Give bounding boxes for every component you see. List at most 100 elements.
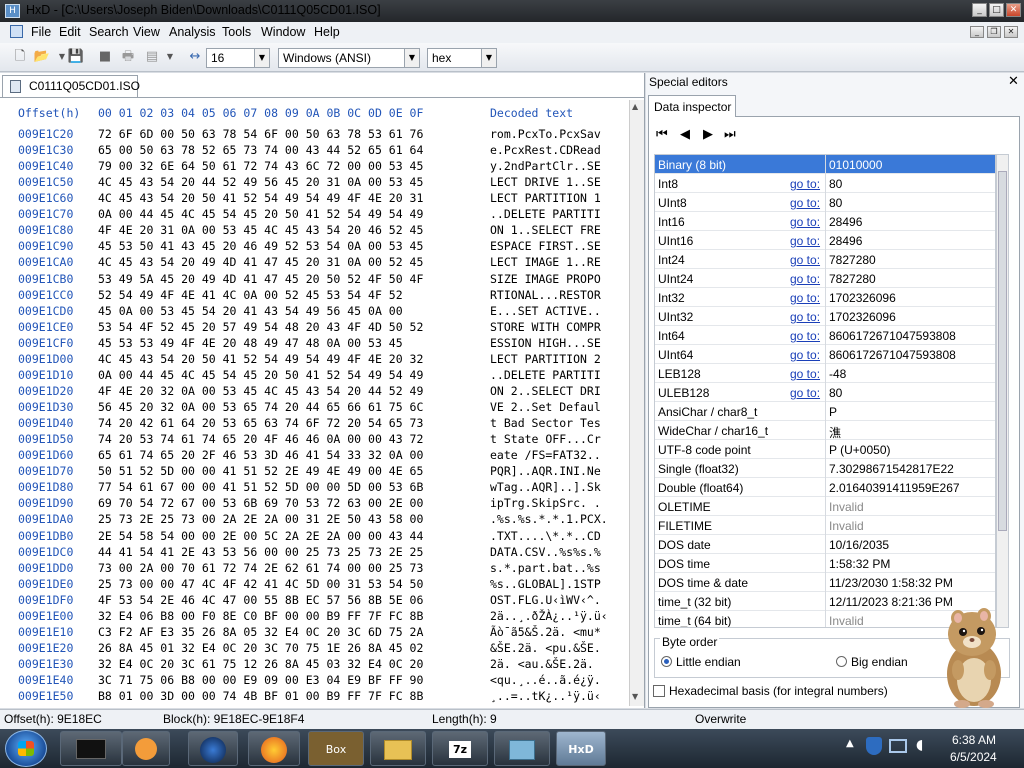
row-decoded-text[interactable]: ESSION HIGH...SE <box>490 336 601 352</box>
open-folder-icon[interactable]: 📂 <box>32 48 52 66</box>
volume-icon[interactable]: ◖ <box>916 737 923 753</box>
row-decoded-text[interactable]: LECT PARTITION 2 <box>490 352 601 368</box>
goto-link[interactable]: go to: <box>790 291 820 305</box>
row-hex-bytes[interactable]: 77 54 61 67 00 00 41 51 52 5D 00 00 5D 0… <box>98 480 423 496</box>
inspector-value[interactable]: 80 <box>829 386 842 400</box>
row-hex-bytes[interactable]: 4C 45 43 54 20 44 52 49 56 45 20 31 0A 0… <box>98 175 423 191</box>
inspector-value[interactable]: Invalid <box>829 519 864 533</box>
row-decoded-text[interactable]: .%s.%s.*.*.1.PCX. <box>490 512 608 528</box>
document-icon[interactable] <box>10 25 23 38</box>
inspector-row[interactable]: ULEB128 go to: 80 <box>655 383 995 402</box>
row-hex-bytes[interactable]: 26 8A 45 01 32 E4 0C 20 3C 70 75 1E 26 8… <box>98 641 423 657</box>
row-hex-bytes[interactable]: 44 41 54 41 2E 43 53 56 00 00 25 73 25 7… <box>98 545 423 561</box>
row-hex-bytes[interactable]: 53 54 4F 52 45 20 57 49 54 48 20 43 4F 4… <box>98 320 423 336</box>
menu-file[interactable]: File <box>31 25 51 39</box>
minimize-button[interactable]: _ <box>972 3 987 17</box>
row-hex-bytes[interactable]: 25 73 2E 25 73 00 2A 2E 2A 00 31 2E 50 4… <box>98 512 423 528</box>
inspector-row[interactable]: Int24 go to: 7827280 <box>655 250 995 269</box>
doc-close-button[interactable]: ✕ <box>1004 26 1018 38</box>
inspector-value[interactable]: 28496 <box>829 215 862 229</box>
row-decoded-text[interactable]: LECT DRIVE 1..SE <box>490 175 601 191</box>
menu-window[interactable]: Window <box>261 25 305 39</box>
row-offset[interactable]: 009E1C30 <box>18 143 73 159</box>
inspector-value[interactable]: 7827280 <box>829 272 876 286</box>
inspector-row[interactable]: DOS date 10/16/2035 <box>655 535 995 554</box>
row-decoded-text[interactable]: E...SET ACTIVE.. <box>490 304 601 320</box>
inspector-value[interactable]: 2.01640391411959E267 <box>829 481 960 495</box>
scroll-down-arrow-icon[interactable]: ▼ <box>632 692 638 701</box>
network-icon[interactable] <box>889 739 907 753</box>
row-offset[interactable]: 009E1C20 <box>18 127 73 143</box>
taskbar-item-1[interactable] <box>60 731 122 766</box>
scroll-up-arrow-icon[interactable]: ▲ <box>632 102 638 111</box>
inspector-value[interactable]: -48 <box>829 367 846 381</box>
row-offset[interactable]: 009E1D80 <box>18 480 73 496</box>
inspector-value[interactable]: 8606172671047593808 <box>829 329 956 343</box>
inspector-value[interactable]: 1:58:32 PM <box>829 557 890 571</box>
row-decoded-text[interactable]: ..DELETE PARTITI <box>490 368 601 384</box>
inspector-row[interactable]: UInt16 go to: 28496 <box>655 231 995 250</box>
clock-date[interactable]: 6/5/2024 <box>950 750 997 764</box>
row-decoded-text[interactable]: e.PcxRest.CDRead <box>490 143 601 159</box>
row-offset[interactable]: 009E1CC0 <box>18 288 73 304</box>
row-offset[interactable]: 009E1DF0 <box>18 593 73 609</box>
offset-base-select[interactable]: hex ▼ <box>427 48 497 68</box>
little-endian-radio[interactable] <box>661 656 672 667</box>
inspector-row[interactable]: Int32 go to: 1702326096 <box>655 288 995 307</box>
inspector-row[interactable]: UInt8 go to: 80 <box>655 193 995 212</box>
inspector-row[interactable]: Int16 go to: 28496 <box>655 212 995 231</box>
row-decoded-text[interactable]: DATA.CSV..%s%s.% <box>490 545 601 561</box>
row-decoded-text[interactable]: ¸..=..tK¿..¹ÿ.ü‹ <box>490 689 601 705</box>
row-hex-bytes[interactable]: 2E 54 58 54 00 00 2E 00 5C 2A 2E 2A 00 0… <box>98 529 423 545</box>
row-offset[interactable]: 009E1C40 <box>18 159 73 175</box>
row-offset[interactable]: 009E1DD0 <box>18 561 73 577</box>
row-decoded-text[interactable]: %s..GLOBAL].1STP <box>490 577 601 593</box>
row-offset[interactable]: 009E1C90 <box>18 239 73 255</box>
inspector-row[interactable]: Int8 go to: 80 <box>655 174 995 193</box>
row-offset[interactable]: 009E1CD0 <box>18 304 73 320</box>
row-hex-bytes[interactable]: 4C 45 43 54 20 50 41 52 54 49 54 49 4F 4… <box>98 191 423 207</box>
properties-icon[interactable]: ▤ <box>142 48 162 66</box>
row-decoded-text[interactable]: LECT PARTITION 1 <box>490 191 601 207</box>
row-decoded-text[interactable]: Ãò¯ã5&Š.2ä. <mu* <box>490 625 601 641</box>
row-offset[interactable]: 009E1D90 <box>18 496 73 512</box>
inspector-value[interactable]: 8606172671047593808 <box>829 348 956 362</box>
row-offset[interactable]: 009E1E20 <box>18 641 73 657</box>
row-hex-bytes[interactable]: 25 73 00 00 47 4C 4F 42 41 4C 5D 00 31 5… <box>98 577 423 593</box>
inspector-row[interactable]: Double (float64) 2.01640391411959E267 <box>655 478 995 497</box>
goto-link[interactable]: go to: <box>790 215 820 229</box>
row-hex-bytes[interactable]: 0A 00 44 45 4C 45 54 45 20 50 41 52 54 4… <box>98 368 423 384</box>
row-hex-bytes[interactable]: 4C 45 43 54 20 50 41 52 54 49 54 49 4F 4… <box>98 352 423 368</box>
inspector-value[interactable]: 28496 <box>829 234 862 248</box>
row-offset[interactable]: 009E1DA0 <box>18 512 73 528</box>
hex-basis-label[interactable]: Hexadecimal basis (for integral numbers) <box>669 684 888 698</box>
menu-tools[interactable]: Tools <box>222 25 251 39</box>
goto-link[interactable]: go to: <box>790 329 820 343</box>
row-offset[interactable]: 009E1D40 <box>18 416 73 432</box>
inspector-row[interactable]: DOS time & date 11/23/2030 1:58:32 PM <box>655 573 995 592</box>
row-offset[interactable]: 009E1C50 <box>18 175 73 191</box>
row-offset[interactable]: 009E1CB0 <box>18 272 73 288</box>
row-offset[interactable]: 009E1DE0 <box>18 577 73 593</box>
taskbar-firefox[interactable] <box>248 731 300 766</box>
row-decoded-text[interactable]: VE 2..Set Defaul <box>490 400 601 416</box>
row-decoded-text[interactable]: ON 2..SELECT DRI <box>490 384 601 400</box>
row-offset[interactable]: 009E1D20 <box>18 384 73 400</box>
row-offset[interactable]: 009E1C60 <box>18 191 73 207</box>
taskbar-item-3[interactable] <box>188 731 238 766</box>
taskbar-7zip[interactable]: 7z <box>432 731 488 766</box>
row-hex-bytes[interactable]: C3 F2 AF E3 35 26 8A 05 32 E4 0C 20 3C 6… <box>98 625 423 641</box>
inspector-value[interactable]: Invalid <box>829 500 864 514</box>
row-hex-bytes[interactable]: 4F 4E 20 31 0A 00 53 45 4C 45 43 54 20 4… <box>98 223 423 239</box>
inspector-row[interactable]: DOS time 1:58:32 PM <box>655 554 995 573</box>
properties-dropdown-icon[interactable]: ▼ <box>160 48 180 66</box>
taskbar-item-box[interactable]: Box <box>308 731 364 766</box>
row-offset[interactable]: 009E1CA0 <box>18 255 73 271</box>
row-decoded-text[interactable]: y.2ndPartClr..SE <box>490 159 601 175</box>
row-offset[interactable]: 009E1DB0 <box>18 529 73 545</box>
row-decoded-text[interactable]: ON 1..SELECT FRE <box>490 223 601 239</box>
inspector-value[interactable]: P <box>829 405 837 419</box>
row-hex-bytes[interactable]: 32 E4 06 B8 00 F0 8E C0 BF 00 00 B9 FF 7… <box>98 609 423 625</box>
row-hex-bytes[interactable]: 3C 71 75 06 B8 00 00 E9 09 00 E3 04 E9 B… <box>98 673 423 689</box>
shield-icon[interactable] <box>866 737 882 755</box>
